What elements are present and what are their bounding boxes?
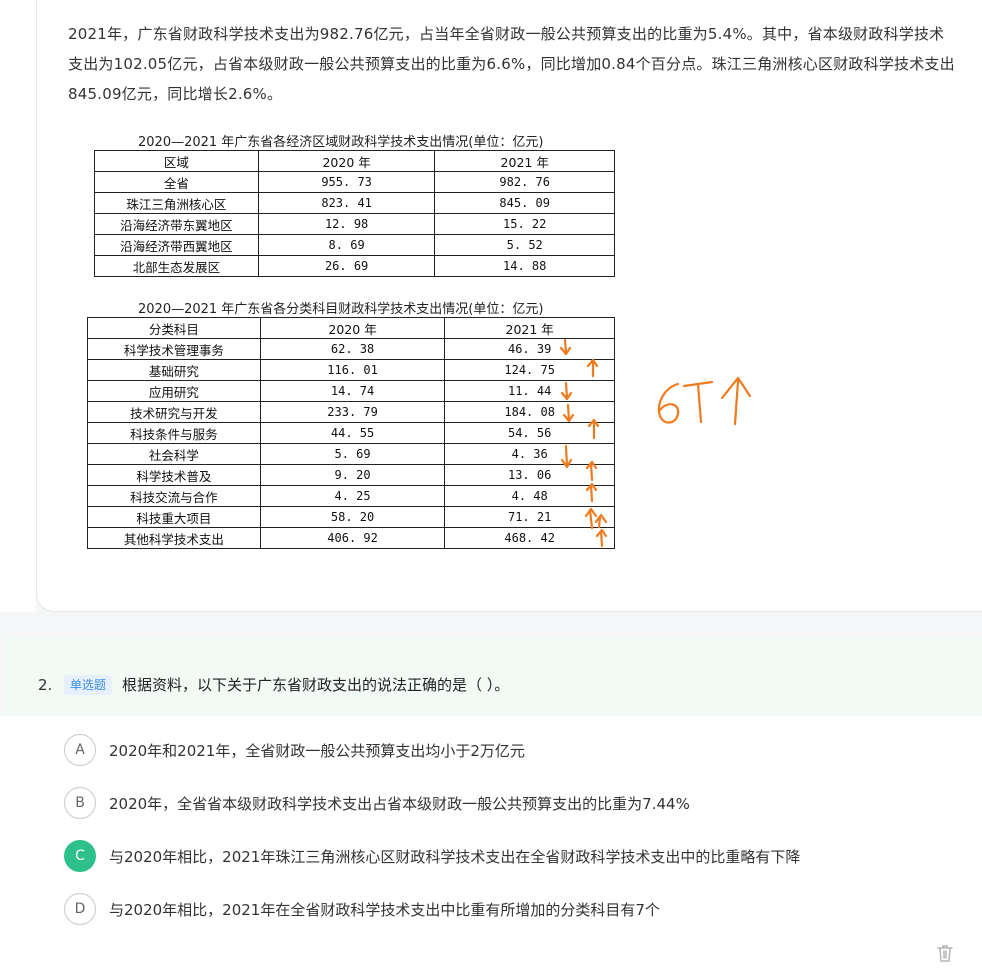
value-2020-cell: 58. 20 (259, 506, 446, 528)
value-2020-cell: 5. 69 (259, 443, 446, 465)
value-2021-cell: 15. 22 (434, 213, 615, 235)
header-cell: 分类科目 (87, 317, 261, 339)
table-row: 技术研究与开发 233. 79 184. 08 (87, 401, 615, 423)
option-c-text: 与2020年相比，2021年珠江三角洲核心区财政科学技术支出在全省财政科学技术支… (109, 848, 801, 866)
table-row: 全省 955. 73 982. 76 (94, 171, 615, 193)
question-header: 2. 单选题 根据资料，以下关于广东省财政支出的说法正确的是（ ）。 (4, 638, 982, 716)
value-2020-cell: 406. 92 (259, 527, 446, 549)
value-2021-cell: 5. 52 (434, 234, 615, 256)
option-d[interactable]: D 与2020年相比，2021年在全省财政科学技术支出中比重有所增加的分类科目有… (64, 893, 964, 925)
table-row: 社会科学 5. 69 4. 36 (87, 443, 615, 465)
options-list: A 2020年和2021年，全省财政一般公共预算支出均小于2万亿元 B 2020… (0, 716, 982, 970)
value-2020-cell: 4. 25 (259, 485, 446, 507)
value-2021-cell: 845. 09 (434, 192, 615, 214)
option-b-radio[interactable]: B (64, 787, 96, 819)
value-2021-cell: 46. 39 (444, 338, 615, 360)
value-2021-cell: 4. 36 (444, 443, 615, 465)
value-2021-cell: 982. 76 (434, 171, 615, 193)
header-cell: 2020 年 (257, 150, 436, 172)
table-row: 科学技术管理事务 62. 38 46. 39 (87, 338, 615, 360)
value-2020-cell: 955. 73 (257, 171, 436, 193)
table1-title: 2020—2021 年广东省各经济区域财政科学技术支出情况(单位：亿元) (138, 135, 544, 150)
category-cell: 科学技术普及 (87, 464, 261, 486)
value-2020-cell: 8. 69 (257, 234, 436, 256)
table-header-row: 区域 2020 年 2021 年 (94, 150, 615, 172)
region-cell: 全省 (94, 171, 259, 193)
table2-title: 2020—2021 年广东省各分类科目财政科学技术支出情况(单位：亿元) (138, 302, 544, 317)
table-row: 基础研究 116. 01 124. 75 (87, 359, 615, 381)
value-2020-cell: 116. 01 (259, 359, 446, 381)
region-spending-table: 区域 2020 年 2021 年 全省 955. 73 982. 76 珠江三角… (94, 150, 615, 277)
header-cell: 2021 年 (434, 150, 615, 172)
category-spending-table: 分类科目 2020 年 2021 年 科学技术管理事务 62. 38 46. 39 … (87, 317, 615, 549)
value-2020-cell: 12. 98 (257, 213, 436, 235)
value-2021-cell: 71. 21 (444, 506, 615, 528)
option-c[interactable]: C 与2020年相比，2021年珠江三角洲核心区财政科学技术支出在全省财政科学技… (64, 840, 964, 872)
table-row: 科技条件与服务 44. 55 54. 56 (87, 422, 615, 444)
category-cell: 社会科学 (87, 443, 261, 465)
value-2021-cell: 184. 08 (444, 401, 615, 423)
table-row: 科技重大项目 58. 20 71. 21 (87, 506, 615, 528)
value-2021-cell: 54. 56 (444, 422, 615, 444)
option-a[interactable]: A 2020年和2021年，全省财政一般公共预算支出均小于2万亿元 (64, 734, 964, 766)
question-text: 根据资料，以下关于广东省财政支出的说法正确的是（ ）。 (122, 676, 510, 694)
region-cell: 珠江三角洲核心区 (94, 192, 259, 214)
value-2020-cell: 14. 74 (259, 380, 446, 402)
category-cell: 科学技术管理事务 (87, 338, 261, 360)
option-b-text: 2020年，全省省本级财政科学技术支出占省本级财政一般公共预算支出的比重为7.4… (109, 795, 690, 813)
region-cell: 沿海经济带西翼地区 (94, 234, 259, 256)
header-cell: 区域 (94, 150, 259, 172)
table-row: 沿海经济带东翼地区 12. 98 15. 22 (94, 213, 615, 235)
table-row: 珠江三角洲核心区 823. 41 845. 09 (94, 192, 615, 214)
table-row: 科技交流与合作 4. 25 4. 48 (87, 485, 615, 507)
trash-icon[interactable] (934, 942, 956, 964)
value-2021-cell: 4. 48 (444, 485, 615, 507)
table-row: 其他科学技术支出 406. 92 468. 42 (87, 527, 615, 549)
value-2020-cell: 233. 79 (259, 401, 446, 423)
table-row: 科学技术普及 9. 20 13. 06 (87, 464, 615, 486)
header-cell: 2020 年 (259, 317, 446, 339)
option-a-radio[interactable]: A (64, 734, 96, 766)
value-2020-cell: 823. 41 (257, 192, 436, 214)
option-a-text: 2020年和2021年，全省财政一般公共预算支出均小于2万亿元 (109, 742, 525, 760)
value-2021-cell: 124. 75 (444, 359, 615, 381)
option-b[interactable]: B 2020年，全省省本级财政科学技术支出占省本级财政一般公共预算支出的比重为7… (64, 787, 964, 819)
value-2021-cell: 14. 88 (434, 255, 615, 277)
value-2020-cell: 62. 38 (259, 338, 446, 360)
left-margin (0, 0, 36, 632)
section-gap (0, 612, 982, 638)
region-cell: 沿海经济带东翼地区 (94, 213, 259, 235)
category-cell: 技术研究与开发 (87, 401, 261, 423)
value-2020-cell: 44. 55 (259, 422, 446, 444)
value-2021-cell: 468. 42 (444, 527, 615, 549)
option-c-radio-selected[interactable]: C (64, 840, 96, 872)
table-row: 北部生态发展区 26. 69 14. 88 (94, 255, 615, 277)
value-2021-cell: 13. 06 (444, 464, 615, 486)
category-cell: 科技重大项目 (87, 506, 261, 528)
category-cell: 其他科学技术支出 (87, 527, 261, 549)
category-cell: 基础研究 (87, 359, 261, 381)
option-d-text: 与2020年相比，2021年在全省财政科学技术支出中比重有所增加的分类科目有7个 (109, 901, 660, 919)
value-2020-cell: 26. 69 (257, 255, 436, 277)
value-2020-cell: 9. 20 (259, 464, 446, 486)
material-paragraph: 2021年，广东省财政科学技术支出为982.76亿元，占当年全省财政一般公共预算… (68, 25, 955, 103)
category-cell: 科技交流与合作 (87, 485, 261, 507)
category-cell: 科技条件与服务 (87, 422, 261, 444)
question-number: 2. (38, 676, 53, 694)
value-2021-cell: 11. 44 (444, 380, 615, 402)
table-row: 应用研究 14. 74 11. 44 (87, 380, 615, 402)
region-cell: 北部生态发展区 (94, 255, 259, 277)
header-cell: 2021 年 (444, 317, 615, 339)
table-row: 沿海经济带西翼地区 8. 69 5. 52 (94, 234, 615, 256)
table-header-row: 分类科目 2020 年 2021 年 (87, 317, 615, 339)
category-cell: 应用研究 (87, 380, 261, 402)
question-type-badge: 单选题 (64, 675, 113, 695)
option-d-radio[interactable]: D (64, 893, 96, 925)
